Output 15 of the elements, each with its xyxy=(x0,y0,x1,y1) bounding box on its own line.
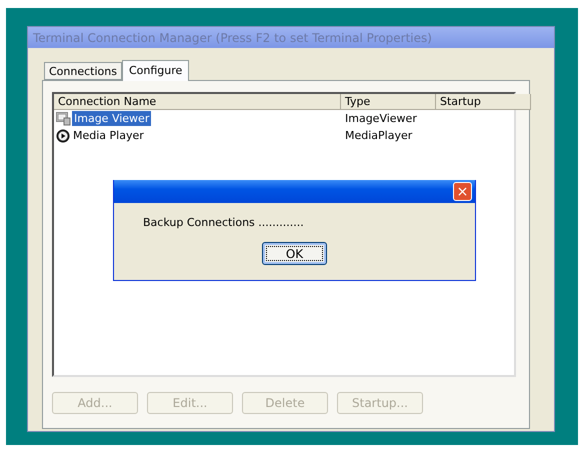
tab[interactable]: Connections xyxy=(44,62,122,80)
close-button[interactable]: × xyxy=(453,182,472,201)
connection-name[interactable]: Media Player xyxy=(71,128,146,143)
column-header[interactable]: Connection Name xyxy=(54,94,341,110)
window-title: Terminal Connection Manager (Press F2 to set Terminal Properties) xyxy=(28,27,554,48)
dialog-message: Backup Connections ............. xyxy=(143,216,305,229)
play-icon xyxy=(56,128,70,142)
ok-button[interactable]: OK xyxy=(262,242,327,265)
connection-name[interactable]: Image Viewer xyxy=(72,111,152,126)
type-cell-text: ImageViewer xyxy=(344,112,418,125)
type-cell-text: MediaPlayer xyxy=(344,129,414,142)
monitor-icon xyxy=(56,112,71,126)
column-header[interactable]: Startup xyxy=(436,94,531,110)
column-header[interactable]: Type xyxy=(341,94,436,110)
tab[interactable]: Configure xyxy=(122,60,190,81)
